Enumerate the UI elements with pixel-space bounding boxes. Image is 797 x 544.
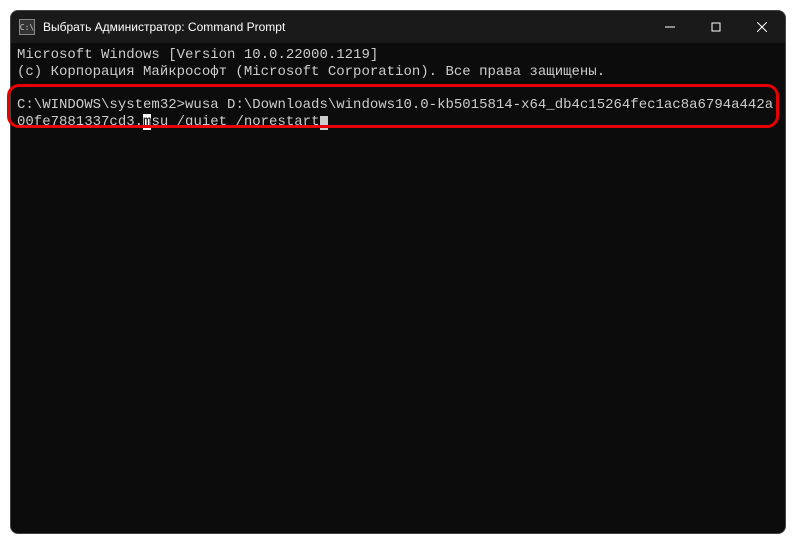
version-line: Microsoft Windows [Version 10.0.22000.12… xyxy=(17,47,378,63)
titlebar[interactable]: C:\ Выбрать Администратор: Command Promp… xyxy=(11,11,785,43)
window-title: Выбрать Администратор: Command Prompt xyxy=(43,20,647,34)
minimize-button[interactable] xyxy=(647,11,693,43)
app-icon: C:\ xyxy=(19,19,35,35)
command-prompt-window: C:\ Выбрать Администратор: Command Promp… xyxy=(10,10,786,534)
prompt-text: C:\WINDOWS\system32> xyxy=(17,97,185,113)
terminal-body[interactable]: Microsoft Windows [Version 10.0.22000.12… xyxy=(11,43,785,533)
copyright-line: (c) Корпорация Майкрософт (Microsoft Cor… xyxy=(17,64,605,80)
cursor-icon xyxy=(320,116,328,130)
window-controls xyxy=(647,11,785,43)
close-button[interactable] xyxy=(739,11,785,43)
command-part2: su /quiet /norestart xyxy=(151,114,319,130)
maximize-button[interactable] xyxy=(693,11,739,43)
app-icon-glyph: C:\ xyxy=(20,23,34,32)
